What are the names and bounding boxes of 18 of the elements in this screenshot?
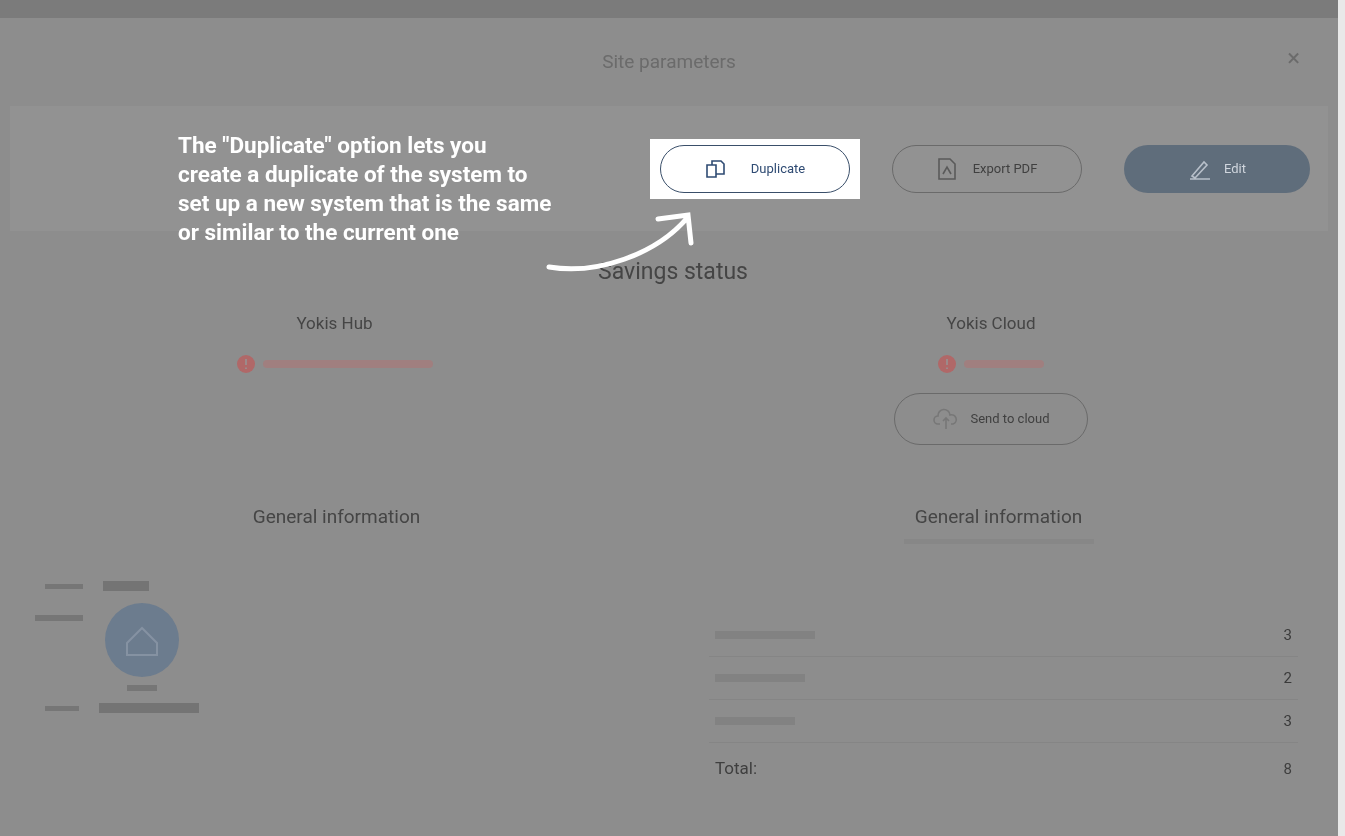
section-title: General information bbox=[914, 503, 1083, 530]
action-button[interactable]: Duplicate bbox=[660, 144, 850, 193]
blurred-text bbox=[103, 581, 149, 591]
tip-text: The "Duplicate" option lets you create a duplicate of the system to set up a new system that is the same or similar to the current one bbox=[178, 131, 553, 247]
column-title: Yokis Cloud bbox=[946, 312, 1036, 335]
count-value: 2 bbox=[1283, 667, 1292, 689]
section-title: General information bbox=[251, 503, 421, 530]
count-value: 3 bbox=[1283, 710, 1292, 732]
copy-icon bbox=[704, 157, 727, 180]
count-value: 3 bbox=[1283, 624, 1292, 646]
alert-icon bbox=[236, 354, 255, 373]
house-avatar-icon bbox=[105, 603, 179, 677]
action-button[interactable]: Edit bbox=[1124, 144, 1310, 193]
total-label: Total: bbox=[715, 757, 758, 781]
total-value: 8 bbox=[1283, 758, 1292, 780]
document-icon bbox=[936, 156, 957, 181]
alert-icon bbox=[938, 354, 956, 373]
column-title: Yokis Hub bbox=[296, 312, 373, 335]
